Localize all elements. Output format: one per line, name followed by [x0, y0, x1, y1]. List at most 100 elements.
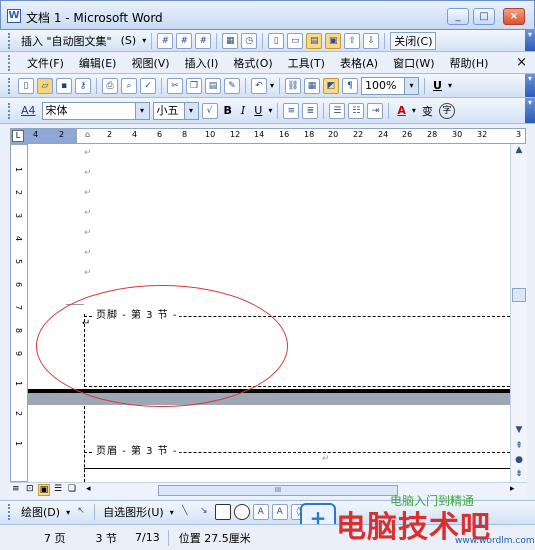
- menu-table[interactable]: 表格(A): [337, 55, 381, 71]
- underline-button[interactable]: U: [251, 104, 265, 117]
- toolbar-grip[interactable]: [8, 504, 11, 520]
- font-color-button[interactable]: A: [394, 104, 409, 117]
- chevron-down-icon[interactable]: ▾: [183, 102, 198, 119]
- undo-icon[interactable]: ↶: [251, 77, 267, 94]
- indent-marker-icon[interactable]: ⌂: [85, 130, 90, 139]
- underline-style-button[interactable]: U: [430, 79, 445, 92]
- scroll-right-icon[interactable]: ▸: [510, 484, 515, 494]
- cut-icon[interactable]: ✂: [167, 77, 183, 94]
- close-document-icon[interactable]: ×: [516, 55, 527, 70]
- align-justify-icon[interactable]: ≡: [283, 102, 300, 119]
- menu-tools[interactable]: 工具(T): [285, 55, 328, 71]
- enclose-characters-button[interactable]: 字: [438, 102, 455, 119]
- bold-button[interactable]: B: [221, 104, 235, 117]
- underline-dropdown-icon[interactable]: ▾: [448, 81, 452, 90]
- insert-hyperlink-icon[interactable]: ⛓: [285, 77, 302, 94]
- bullets-icon[interactable]: ☷: [348, 102, 365, 119]
- vertical-ruler[interactable]: 1 2 3 4 5 6 7 8 9 1 2 1: [10, 144, 28, 482]
- hscroll-thumb[interactable]: III: [158, 485, 398, 496]
- outline-view-icon[interactable]: ☰: [54, 484, 62, 494]
- tab-selector-icon[interactable]: L: [12, 130, 24, 142]
- underline-dropdown-icon[interactable]: ▾: [268, 106, 272, 115]
- page-setup-icon[interactable]: ▯: [268, 32, 285, 49]
- menu-window[interactable]: 窗口(W): [390, 55, 437, 71]
- oval-icon[interactable]: [233, 504, 250, 520]
- font-name-select[interactable]: 宋体 ▾: [41, 101, 150, 120]
- arrow-icon[interactable]: ↘: [196, 504, 212, 520]
- close-window-button[interactable]: ×: [503, 8, 525, 25]
- page-number-icon[interactable]: #: [157, 32, 174, 49]
- menu-file[interactable]: 文件(F): [24, 55, 67, 71]
- menu-insert[interactable]: 插入(I): [182, 55, 222, 71]
- insert-date-icon[interactable]: ▦: [222, 32, 239, 49]
- menu-format[interactable]: 格式(O): [230, 55, 275, 71]
- format-painter-icon[interactable]: ✎: [224, 77, 240, 94]
- format-page-number-icon[interactable]: #: [195, 32, 212, 49]
- switch-header-footer-icon[interactable]: ▣: [325, 32, 342, 49]
- page-count-icon[interactable]: #: [176, 32, 193, 49]
- zoom-select[interactable]: 100% ▾: [361, 76, 420, 95]
- close-header-footer-button[interactable]: 关闭(C): [390, 31, 437, 50]
- vertical-scrollbar[interactable]: ▲ ▼ ⇞ ● ⇟: [510, 144, 527, 482]
- show-next-icon[interactable]: ⇩: [363, 32, 380, 49]
- toolbar-options-chevron-icon[interactable]: ▾: [525, 30, 535, 51]
- toolbar-options-chevron-icon[interactable]: ▾: [525, 74, 535, 97]
- tables-borders-icon[interactable]: ▦: [304, 77, 321, 94]
- insert-time-icon[interactable]: ◷: [241, 32, 258, 49]
- permission-icon[interactable]: ⚷: [75, 77, 91, 94]
- autotext-shortcut[interactable]: (S): [118, 34, 140, 47]
- font-color-dropdown-icon[interactable]: ▾: [412, 106, 416, 115]
- drawing-icon[interactable]: ◩: [323, 77, 340, 94]
- show-hide-text-icon[interactable]: ▭: [287, 32, 304, 49]
- dropdown-arrow-icon[interactable]: ▾: [142, 36, 146, 45]
- open-folder-icon[interactable]: ▱: [37, 77, 53, 94]
- insert-autotext-button[interactable]: 插入 "自动图文集": [18, 33, 115, 49]
- maximize-button[interactable]: □: [473, 8, 495, 25]
- scroll-down-icon[interactable]: ▼: [512, 424, 526, 438]
- draw-menu-button[interactable]: 绘图(D): [18, 504, 63, 520]
- next-page-icon[interactable]: ⇟: [512, 468, 526, 482]
- scroll-left-icon[interactable]: ◂: [86, 484, 91, 494]
- show-hide-marks-icon[interactable]: ¶: [342, 77, 359, 94]
- menu-help[interactable]: 帮助(H): [447, 55, 492, 71]
- toolbar-options-chevron-icon[interactable]: ▾: [525, 98, 535, 123]
- line-icon[interactable]: ╲: [177, 504, 193, 520]
- paste-icon[interactable]: ▤: [205, 77, 221, 94]
- minimize-button[interactable]: _: [447, 8, 469, 25]
- rectangle-icon[interactable]: [214, 504, 231, 520]
- phonetic-guide-button[interactable]: 变: [419, 103, 436, 119]
- font-size-select[interactable]: 小五 ▾: [152, 101, 199, 120]
- normal-view-icon[interactable]: ≡: [12, 484, 20, 494]
- chevron-down-icon[interactable]: ▾: [134, 102, 149, 119]
- vertical-text-box-icon[interactable]: A: [271, 504, 288, 520]
- toolbar-grip[interactable]: [8, 102, 11, 119]
- save-icon[interactable]: ▪: [56, 77, 72, 94]
- styles-formatting-icon[interactable]: A4: [18, 104, 39, 117]
- reading-view-icon[interactable]: ❏: [68, 484, 76, 494]
- menu-view[interactable]: 视图(V): [128, 55, 172, 71]
- toolbar-grip[interactable]: [8, 32, 11, 49]
- autoshapes-button[interactable]: 自选图形(U): [100, 504, 167, 520]
- select-browse-object-icon[interactable]: ●: [512, 454, 526, 468]
- link-to-previous-icon[interactable]: ▤: [306, 32, 323, 49]
- show-previous-icon[interactable]: ⇧: [344, 32, 361, 49]
- new-document-icon[interactable]: ▯: [18, 77, 34, 94]
- toolbar-grip[interactable]: [8, 77, 11, 94]
- autoshapes-dropdown-icon[interactable]: ▾: [170, 508, 174, 517]
- chevron-down-icon[interactable]: ▾: [404, 77, 419, 94]
- copy-icon[interactable]: ❐: [186, 77, 202, 94]
- undo-dropdown-icon[interactable]: ▾: [270, 81, 274, 90]
- print-preview-icon[interactable]: ⌕: [121, 77, 137, 94]
- scroll-up-icon[interactable]: ▲: [512, 144, 526, 158]
- indent-icon[interactable]: ⇥: [367, 102, 384, 119]
- italic-button[interactable]: I: [238, 104, 248, 117]
- horizontal-ruler[interactable]: 4 2 ⌂ 2 4 6 8 10 12 14 16 18 20 22 24 26…: [10, 128, 526, 144]
- equation-icon[interactable]: √: [201, 102, 218, 119]
- text-box-icon[interactable]: A: [252, 504, 269, 520]
- print-view-icon[interactable]: ▣: [38, 484, 50, 496]
- align-distributed-icon[interactable]: ≣: [302, 102, 319, 119]
- word-app-icon[interactable]: W: [7, 9, 21, 23]
- numbering-icon[interactable]: ☰: [329, 102, 346, 119]
- previous-page-icon[interactable]: ⇞: [512, 440, 526, 454]
- web-view-icon[interactable]: ⊡: [26, 484, 34, 494]
